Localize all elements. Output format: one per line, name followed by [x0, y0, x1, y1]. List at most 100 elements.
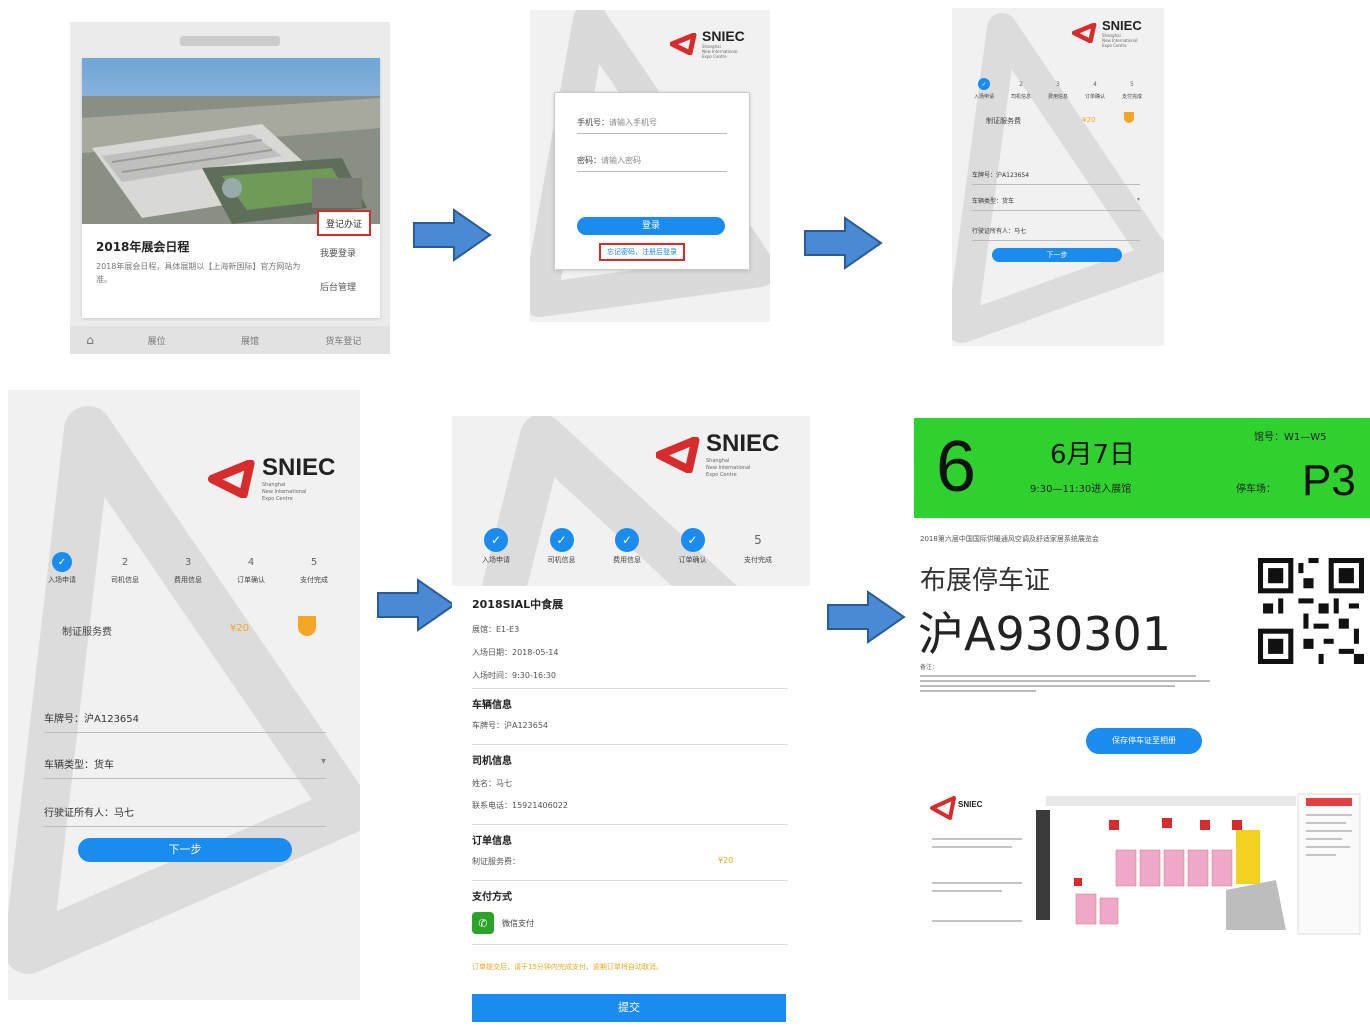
hall-info: 馆号：W1—W5: [1254, 432, 1327, 443]
flow-arrow-1: [413, 208, 492, 262]
progress-step: 5 支付完成: [300, 552, 328, 585]
step-number: 3: [184, 556, 192, 568]
step-label: 司机信息: [1010, 94, 1031, 100]
license-plate: 沪A930301: [918, 607, 1172, 661]
permit-header: 6 6月7日 9:30—11:30进入展馆 馆号：W1—W5 停车场： P3: [914, 418, 1370, 518]
expo-card[interactable]: 登记办证 2018年展会日程 2018年展会日程，具体展期以【上海新国际】官方网…: [82, 58, 380, 318]
progress-step: ✓ 订单确认: [679, 528, 707, 565]
divider: [472, 744, 788, 745]
step-number: 5: [310, 556, 318, 568]
forgot-register-link[interactable]: 忘记密码，注册后登录: [599, 243, 685, 261]
order-fee-label: 制证服务费：: [472, 857, 520, 866]
top-bar: [180, 36, 280, 46]
nav-booth[interactable]: 展位: [110, 334, 203, 347]
divider: [472, 944, 788, 945]
phone-field[interactable]: 手机号：请输入手机号: [577, 117, 727, 134]
qr-code: [1258, 558, 1364, 664]
admin-link[interactable]: 后台管理: [320, 280, 356, 293]
screen-order-confirm: SNIEC Shanghai New International Expo Cent…: [452, 416, 810, 1026]
save-permit-button[interactable]: 保存停车证至相册: [1086, 728, 1202, 754]
password-field[interactable]: 密码：请输入密码: [577, 155, 727, 172]
event-details: 展馆：E1-E3 入场日期：2018-05-14 入场时间：9:30-16:30: [472, 618, 559, 687]
register-permit-button[interactable]: 登记办证: [317, 210, 371, 236]
permit-title: 布展停车证: [920, 566, 1051, 596]
screen-login: SNIEC Shanghai New International Expo Cent…: [530, 10, 770, 322]
check-icon: ✓: [484, 528, 508, 552]
progress-step: 2 司机信息: [111, 552, 139, 585]
step-label: 入场申请: [974, 94, 995, 100]
chevron-down-icon: ▾: [1136, 196, 1140, 203]
vehicle-type-select[interactable]: 车辆类型：货车 ▾: [44, 756, 326, 779]
card-title: 2018年展会日程: [96, 240, 190, 254]
vehicle-type-select[interactable]: 车辆类型：货车 ▾: [972, 196, 1140, 211]
venue-map: [926, 790, 1368, 940]
screen-home: 登记办证 2018年展会日程 2018年展会日程，具体展期以【上海新国际】官方网…: [70, 22, 390, 354]
nav-truck-register[interactable]: 货车登记: [297, 334, 390, 347]
bottom-nav: ⌂ 展位 展馆 货车登记: [70, 326, 390, 354]
vehicle-plate-text: 车牌号：沪A123654: [472, 721, 549, 730]
step-number: 4: [247, 556, 255, 568]
nav-hall[interactable]: 展馆: [203, 334, 296, 347]
event-title: 2018SIAL中食展: [472, 598, 564, 611]
owner-field[interactable]: 行驶证所有人：马七: [972, 226, 1140, 241]
next-button[interactable]: 下一步: [78, 838, 292, 862]
step-label: 费用信息: [1047, 94, 1068, 100]
order-heading: 订单信息: [472, 836, 512, 847]
my-login-link[interactable]: 我要登录: [320, 246, 356, 259]
payment-heading: 支付方式: [472, 892, 512, 903]
progress-step: ✓ 入场申请: [974, 78, 994, 100]
event-line: 2018第六届中国国际供暖通风空调及舒适家居系统展览会: [920, 535, 1099, 543]
notes-label: 备注：: [920, 664, 939, 671]
day-number: 6: [936, 427, 977, 507]
progress-steps: ✓ 入场申请 ✓ 司机信息 ✓ 费用信息 ✓ 订单确认 5 支付完成: [482, 528, 772, 565]
check-icon: ✓: [549, 528, 574, 552]
owner-field[interactable]: 行驶证所有人：马七: [44, 804, 326, 827]
progress-step: 3 费用信息: [1047, 78, 1068, 101]
venue-aerial-image: [82, 58, 380, 224]
step-label: 支付完成: [300, 576, 328, 584]
step-label: 司机信息: [111, 576, 139, 584]
progress-step: 2 司机信息: [1010, 78, 1031, 101]
progress-step: 5 支付完成: [744, 528, 772, 565]
vehicle-heading: 车辆信息: [472, 700, 512, 711]
check-icon: ✓: [615, 528, 639, 552]
divider: [472, 688, 788, 689]
card-text: 2018年展会日程，具体展期以【上海新国际】官方网站为准。: [96, 262, 301, 284]
progress-steps: ✓ 入场申请 2 司机信息 3 费用信息 4 订单确认 5 支付完成: [48, 552, 328, 585]
progress-step: 4 订单确认: [237, 552, 265, 585]
home-icon[interactable]: ⌂: [70, 333, 110, 347]
progress-step: ✓ 入场申请: [482, 528, 510, 565]
progress-step: ✓ 入场申请: [48, 552, 76, 585]
plate-field[interactable]: 车牌号：沪A123654: [44, 710, 326, 733]
screen-vehicle-form-small: SNIEC Shanghai New International Expo Cent…: [952, 8, 1164, 346]
plate-field[interactable]: 车牌号：沪A123654: [972, 170, 1140, 185]
step-label: 入场申请: [48, 576, 76, 584]
step-label: 订单确认: [237, 576, 265, 584]
submit-button[interactable]: 提交: [472, 994, 786, 1022]
permit-time-range: 9:30—11:30进入展馆: [1030, 484, 1132, 495]
sniec-logo: SNIEC Shanghai New International Expo Cent…: [656, 430, 779, 479]
login-button[interactable]: 登录: [577, 217, 725, 235]
payment-method-label: 微信支付: [502, 918, 534, 928]
fee-value: ¥20: [230, 623, 250, 634]
step-label: 订单确认: [1084, 94, 1105, 100]
parking-label: 停车场：: [1236, 484, 1276, 495]
step-label: 订单确认: [678, 556, 707, 564]
wechat-pay-option[interactable]: ✆ 微信支付: [472, 912, 534, 934]
sniec-logo: SNIEC Shanghai New International Expo Cent…: [208, 454, 335, 503]
driver-name-text: 姓名：马七: [472, 779, 512, 788]
step-number: 2: [1019, 80, 1023, 88]
step-label: 支付完成: [1121, 94, 1142, 100]
fee-label: 制证服务费: [62, 627, 112, 638]
progress-step: 3 费用信息: [174, 552, 202, 585]
screen-parking-permit: 6 6月7日 9:30—11:30进入展馆 馆号：W1—W5 停车场： P3 2…: [914, 418, 1370, 944]
flow-arrow-3: [377, 578, 456, 632]
entry-date-text: 入场日期：2018-05-14: [472, 648, 559, 657]
flow-arrow-4: [827, 590, 906, 644]
next-button[interactable]: 下一步: [992, 248, 1122, 262]
step-number: 5: [1130, 80, 1134, 88]
driver-phone-text: 联系电话：15921406022: [472, 801, 568, 810]
progress-step: ✓ 司机信息: [548, 528, 576, 565]
sniec-logo: SNIEC Shanghai New International Expo Cent…: [670, 28, 745, 59]
wechat-icon: ✆: [472, 912, 494, 934]
